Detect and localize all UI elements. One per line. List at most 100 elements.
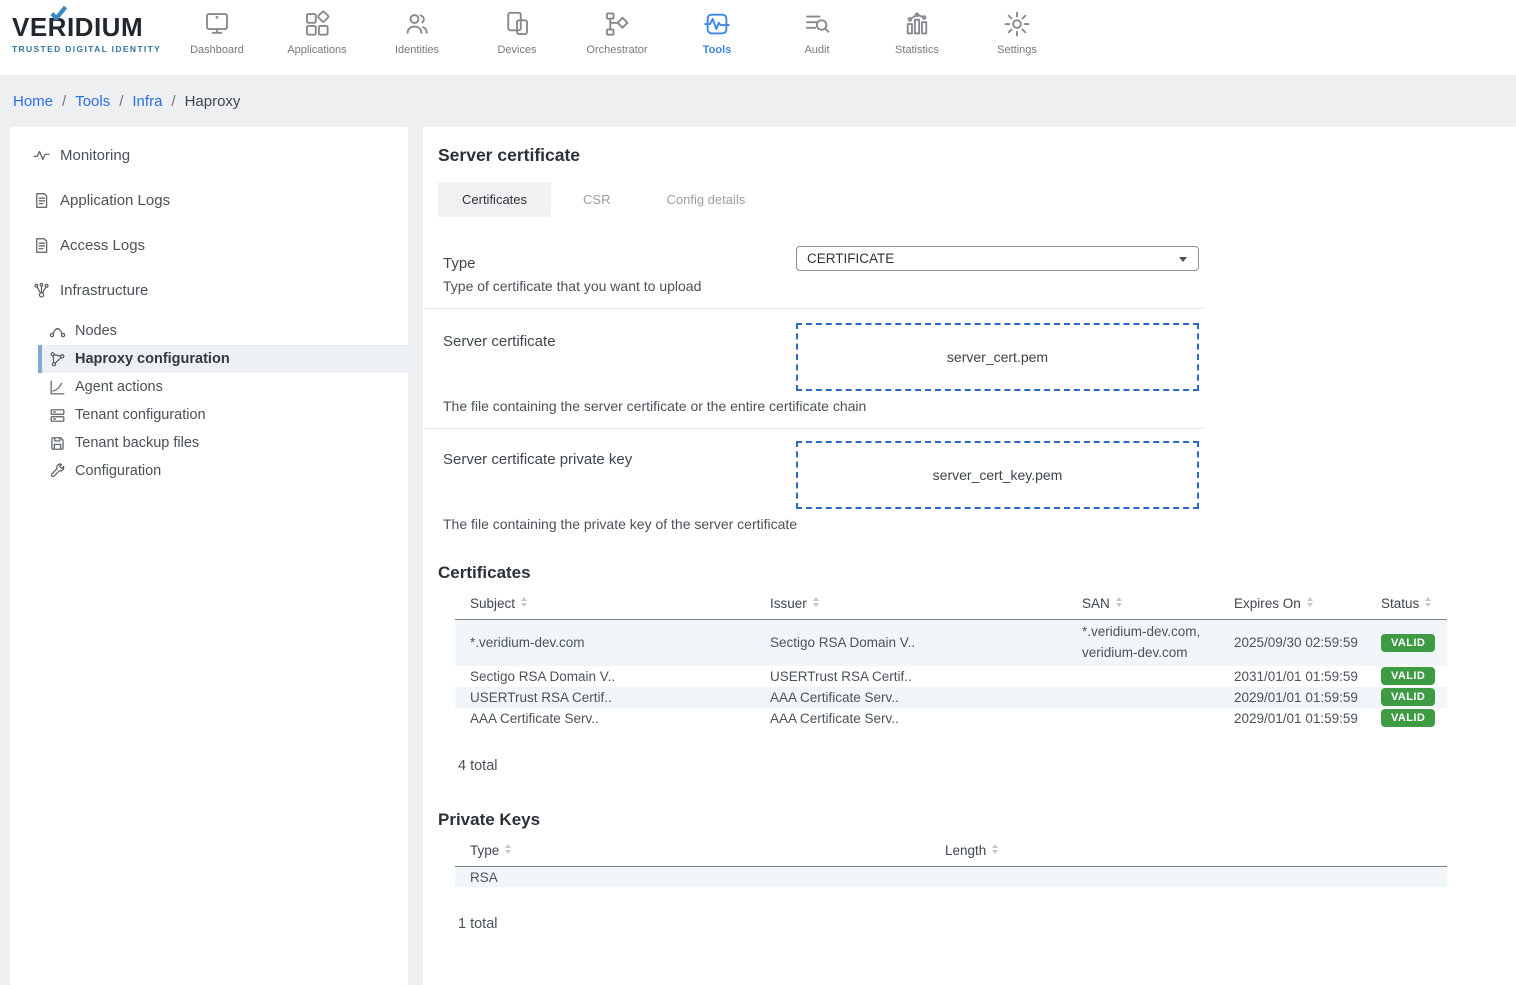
cell-san <box>1082 708 1234 729</box>
cell-subject: Sectigo RSA Domain V.. <box>455 666 770 687</box>
document-icon <box>32 236 51 255</box>
sidebar-item-monitoring[interactable]: Monitoring <box>10 133 408 178</box>
table-row: *.veridium-dev.comSectigo RSA Domain V..… <box>455 620 1447 666</box>
graph-icon <box>48 350 66 368</box>
sidebar-item-tenant-backup-files[interactable]: Tenant backup files <box>10 429 408 457</box>
certificate-form: Type CERTIFICATE Type of certificate tha… <box>425 246 1203 530</box>
form-row-server-certificate: Server certificate server_cert.pem The f… <box>425 309 1203 429</box>
private-keys-total: 1 total <box>458 916 1516 932</box>
server-certificate-dropzone[interactable]: server_cert.pem <box>796 323 1199 391</box>
certificates-section-title: Certificates <box>438 563 1516 583</box>
cell-issuer: AAA Certificate Serv.. <box>770 687 1082 708</box>
private-key-help-text: The file containing the private key of t… <box>443 516 797 532</box>
private-key-dropzone[interactable]: server_cert_key.pem <box>796 441 1199 509</box>
pulse-icon <box>32 146 51 165</box>
nav-item-dashboard[interactable]: Dashboard <box>167 0 267 56</box>
breadcrumb-item-tools[interactable]: Tools <box>75 93 110 110</box>
column-header-label: SAN <box>1082 596 1110 611</box>
nav-item-statistics[interactable]: Statistics <box>867 0 967 56</box>
tab-config-details[interactable]: Config details <box>642 182 769 217</box>
server-certificate-label: Server certificate <box>443 333 556 350</box>
table-row: AAA Certificate Serv..AAA Certificate Se… <box>455 708 1447 729</box>
nav-item-label: Settings <box>967 44 1067 56</box>
cell-expires: 2029/01/01 01:59:59 <box>1234 708 1381 729</box>
sidebar-item-tenant-configuration[interactable]: Tenant configuration <box>10 401 408 429</box>
tab-bar: CertificatesCSRConfig details <box>438 182 1516 217</box>
nav-item-audit[interactable]: Audit <box>767 0 867 56</box>
top-navigation: DashboardApplicationsIdentitiesDevicesOr… <box>167 0 1067 56</box>
sidebar-item-configuration[interactable]: Configuration <box>10 457 408 485</box>
sidebar-item-label: Tenant configuration <box>75 407 206 423</box>
server-icon <box>48 406 66 424</box>
cell-subject: AAA Certificate Serv.. <box>455 708 770 729</box>
app-grid-icon <box>267 9 367 41</box>
sort-icon <box>521 597 527 607</box>
sidebar-item-application-logs[interactable]: Application Logs <box>10 178 408 223</box>
status-badge: VALID <box>1381 709 1435 727</box>
sidebar-item-haproxy-configuration[interactable]: Haproxy configuration <box>38 345 408 373</box>
cell-status: VALID <box>1381 687 1447 708</box>
server-certificate-filename: server_cert.pem <box>947 349 1048 365</box>
sidebar-item-agent-actions[interactable]: Agent actions <box>10 373 408 401</box>
form-row-type: Type CERTIFICATE Type of certificate tha… <box>425 246 1203 309</box>
cell-expires: 2029/01/01 01:59:59 <box>1234 687 1381 708</box>
sidebar-item-nodes[interactable]: Nodes <box>10 317 408 345</box>
sidebar-item-label: Agent actions <box>75 379 163 395</box>
breadcrumb: Home/Tools/Infra/Haproxy <box>0 75 1516 127</box>
list-search-icon <box>767 9 867 41</box>
column-header-expires[interactable]: Expires On <box>1234 596 1381 620</box>
type-select[interactable]: CERTIFICATE <box>796 246 1199 271</box>
column-header-label: Issuer <box>770 596 807 611</box>
sidebar-item-label: Infrastructure <box>60 282 148 299</box>
nav-item-tools[interactable]: Tools <box>667 0 767 56</box>
certificates-table: Subject Issuer SAN Expires On Status *.veridi… <box>455 596 1447 729</box>
breadcrumb-separator: / <box>171 93 175 110</box>
column-header-subject[interactable]: Subject <box>455 596 770 620</box>
column-header-san[interactable]: SAN <box>1082 596 1234 620</box>
nav-item-orchestrator[interactable]: Orchestrator <box>567 0 667 56</box>
column-header-issuer[interactable]: Issuer <box>770 596 1082 620</box>
content-area: Monitoring Application Logs Access Logs Inf… <box>0 127 1516 985</box>
wrench-icon <box>48 462 66 480</box>
status-badge: VALID <box>1381 688 1435 706</box>
nav-item-applications[interactable]: Applications <box>267 0 367 56</box>
sidebar-item-access-logs[interactable]: Access Logs <box>10 223 408 268</box>
private-key-filename: server_cert_key.pem <box>933 467 1063 483</box>
breadcrumb-item-infra[interactable]: Infra <box>132 93 162 110</box>
cell-issuer: AAA Certificate Serv.. <box>770 708 1082 729</box>
column-header-label: Status <box>1381 596 1419 611</box>
nav-item-devices[interactable]: Devices <box>467 0 567 56</box>
server-certificate-help-text: The file containing the server certifica… <box>443 398 866 414</box>
nav-item-label: Applications <box>267 44 367 56</box>
sort-icon <box>1307 597 1313 607</box>
sidebar-item-label: Monitoring <box>60 147 130 164</box>
certificates-total: 4 total <box>458 758 1516 774</box>
tab-certificates[interactable]: Certificates <box>438 182 551 217</box>
cell-expires: 2031/01/01 01:59:59 <box>1234 666 1381 687</box>
bar-chart-icon <box>867 9 967 41</box>
sidebar-item-infrastructure[interactable]: Infrastructure <box>10 268 408 313</box>
breadcrumb-item-haproxy: Haproxy <box>185 93 241 110</box>
sidebar-item-label: Access Logs <box>60 237 145 254</box>
nav-item-settings[interactable]: Settings <box>967 0 1067 56</box>
cell-san: *.veridium-dev.com, veridium-dev.com <box>1082 620 1234 666</box>
sort-icon <box>1116 597 1122 607</box>
status-badge: VALID <box>1381 634 1435 652</box>
column-header-status[interactable]: Status <box>1381 596 1447 620</box>
nav-item-identities[interactable]: Identities <box>367 0 467 56</box>
breadcrumb-item-home[interactable]: Home <box>13 93 53 110</box>
column-header-label: Expires On <box>1234 596 1301 611</box>
cell-issuer: USERTrust RSA Certif.. <box>770 666 1082 687</box>
tab-csr[interactable]: CSR <box>559 182 634 217</box>
column-header-label: Subject <box>470 596 515 611</box>
document-icon <box>32 191 51 210</box>
monitor-icon <box>167 9 267 41</box>
brand-name: VERIDIUM <box>12 12 167 43</box>
page-title: Server certificate <box>438 145 1516 166</box>
sort-icon <box>813 597 819 607</box>
column-header-type[interactable]: Type <box>455 843 945 867</box>
nav-item-label: Devices <box>467 44 567 56</box>
breadcrumb-separator: / <box>62 93 66 110</box>
column-header-length[interactable]: Length <box>945 843 1447 867</box>
cell-type: RSA <box>455 866 945 887</box>
